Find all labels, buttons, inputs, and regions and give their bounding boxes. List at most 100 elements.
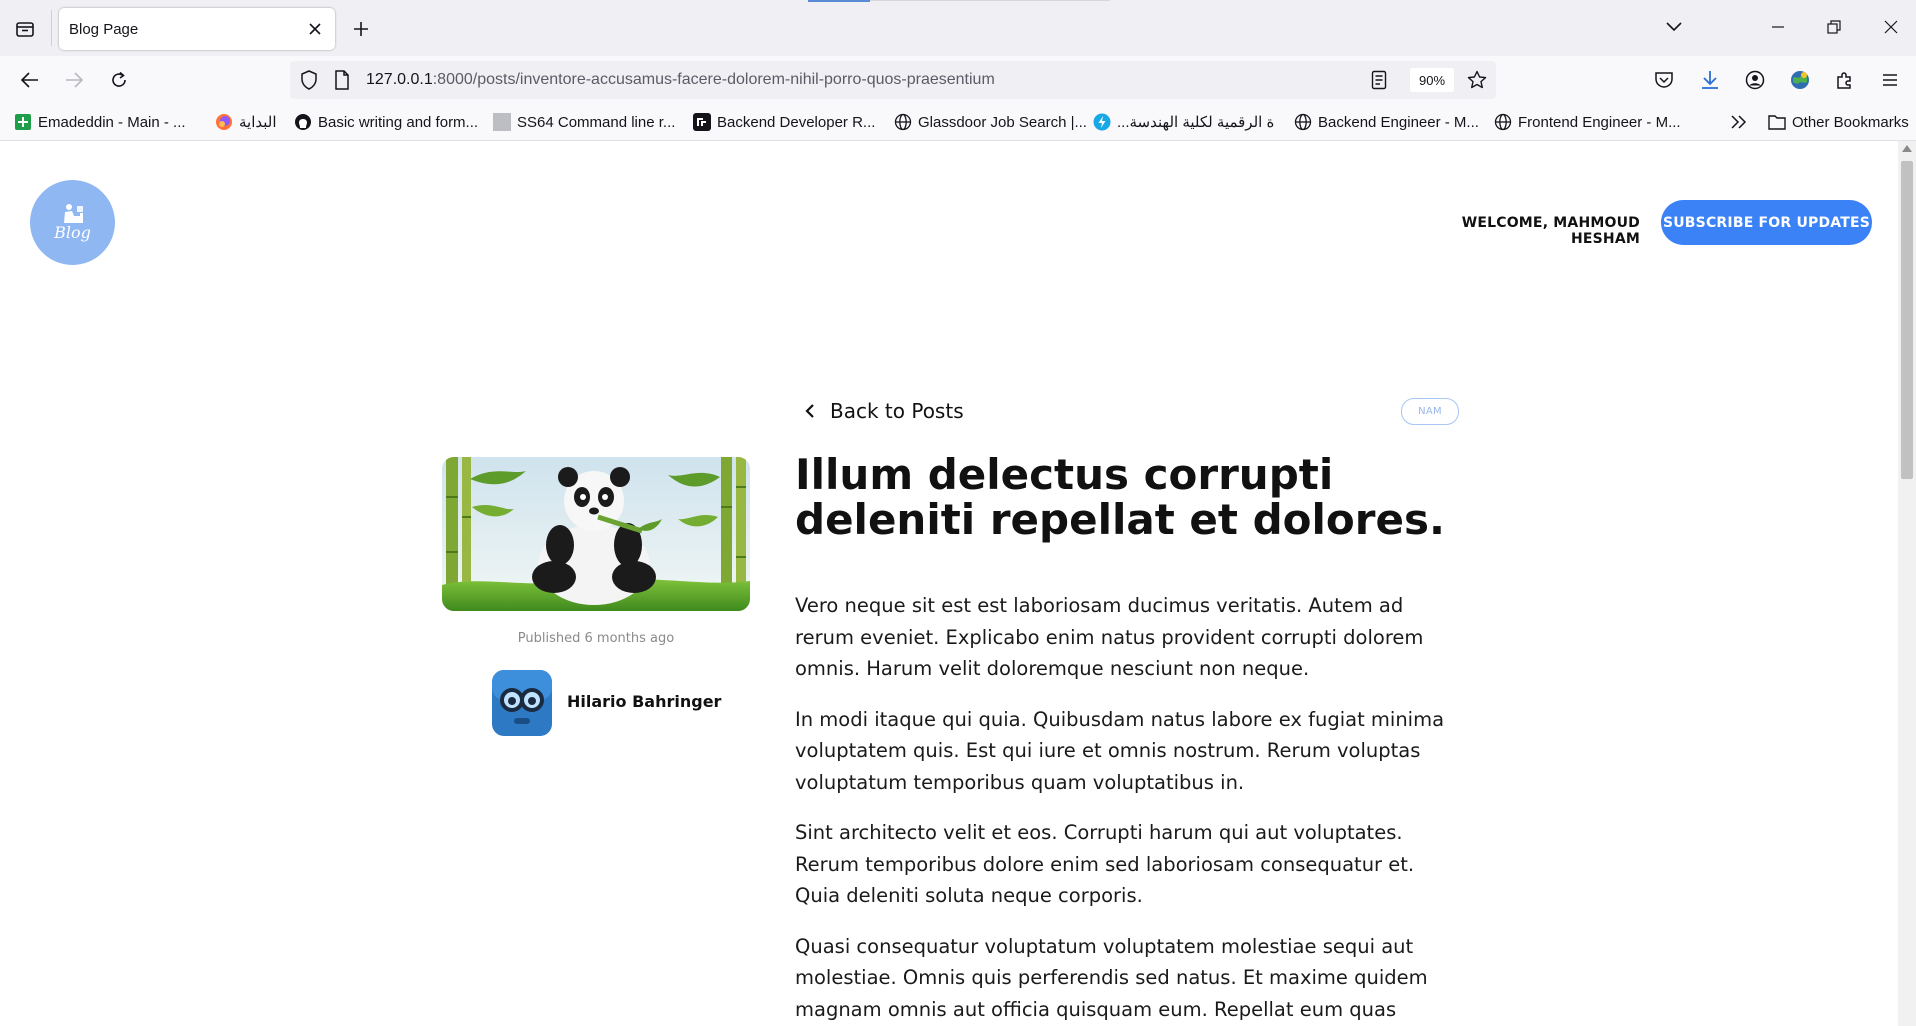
pocket-button[interactable] xyxy=(1648,64,1680,96)
account-button[interactable] xyxy=(1739,64,1771,96)
category-badge[interactable]: NAM xyxy=(1401,398,1459,425)
bookmark-label: Glassdoor Job Search |... xyxy=(918,113,1087,131)
list-all-tabs-button[interactable] xyxy=(1659,12,1689,42)
url-path: :8000/posts/inventore-accusamus-facere-d… xyxy=(432,71,995,88)
reader-view-icon xyxy=(1371,70,1387,90)
account-icon xyxy=(1745,70,1765,90)
tab-title: Blog Page xyxy=(69,20,139,38)
forward-button[interactable] xyxy=(58,64,90,96)
post-paragraph: Vero neque sit est est laboriosam ducimu… xyxy=(795,594,1424,680)
post-paragraph: In modi itaque qui quia. Quibusdam natus… xyxy=(795,707,1445,794)
tab-strip: Blog Page xyxy=(0,0,1916,56)
author-name[interactable]: Hilario Bahringer xyxy=(567,692,721,711)
reload-button[interactable] xyxy=(103,64,135,96)
bookmark-item[interactable]: Emadeddin - Main - ... xyxy=(14,112,186,132)
close-window-button[interactable] xyxy=(1876,12,1906,42)
back-button[interactable] xyxy=(14,64,46,96)
page-scrollbar[interactable] xyxy=(1898,141,1916,1026)
post-image xyxy=(442,457,750,611)
tab-strip-edge xyxy=(870,0,1110,1)
app-menu-button[interactable] xyxy=(1874,64,1906,96)
folder-icon xyxy=(1768,113,1786,131)
bookmark-label: Other Bookmarks xyxy=(1792,113,1909,131)
roadmap-icon xyxy=(693,113,711,131)
chevron-left-icon xyxy=(800,401,820,421)
minimize-icon xyxy=(1772,26,1784,28)
page-content: Blog WELCOME, MAHMOUD HESHAM SUBSCRIBE F… xyxy=(0,141,1898,1026)
firefox-view-icon xyxy=(16,22,34,37)
close-icon xyxy=(309,23,321,35)
post-title: Illum delectus corrupti deleniti repella… xyxy=(795,450,1445,544)
subscribe-button[interactable]: SUBSCRIBE FOR UPDATES xyxy=(1661,200,1872,245)
post-paragraph: Quasi consequatur voluptatum voluptatem … xyxy=(795,934,1428,1021)
bookmark-item[interactable]: ...ة الرقمية لكلية الهندسة xyxy=(1093,112,1274,132)
reader-view-button[interactable] xyxy=(1371,70,1387,95)
bookmarks-toolbar: Emadeddin - Main - ... البداية Basic wri… xyxy=(0,104,1916,141)
restore-icon xyxy=(1827,20,1841,34)
globe-icon xyxy=(1494,113,1512,131)
gray-square-icon xyxy=(493,113,511,131)
globe-extension-icon xyxy=(1791,71,1809,89)
logo-text: Blog xyxy=(54,223,91,242)
back-to-posts-label: Back to Posts xyxy=(830,399,964,423)
url-text[interactable]: 127.0.0.1:8000/posts/inventore-accusamus… xyxy=(366,71,995,89)
bookmark-item[interactable]: Basic writing and form... xyxy=(294,112,478,132)
bookmark-label: Backend Engineer - M... xyxy=(1318,113,1479,131)
page-icon xyxy=(335,70,349,90)
bookmarks-overflow-button[interactable] xyxy=(1730,112,1754,132)
writer-desk-icon xyxy=(63,204,83,223)
close-icon xyxy=(1884,20,1898,34)
scroll-up-arrow-icon[interactable] xyxy=(1902,145,1912,152)
scrollbar-thumb[interactable] xyxy=(1901,161,1913,479)
tab-close-button[interactable] xyxy=(303,17,327,41)
bookmark-star-button[interactable] xyxy=(1467,70,1487,95)
bookmark-item[interactable]: البداية xyxy=(215,112,277,132)
bookmark-label: SS64 Command line r... xyxy=(517,113,676,131)
minimize-button[interactable] xyxy=(1763,12,1793,42)
arrow-right-icon xyxy=(66,72,83,88)
pocket-icon xyxy=(1655,72,1673,88)
hamburger-menu-icon xyxy=(1883,74,1897,86)
post-body: Vero neque sit est est laboriosam ducimu… xyxy=(795,590,1455,1026)
bookmark-label: Frontend Engineer - M... xyxy=(1518,113,1681,131)
star-icon xyxy=(1467,70,1487,89)
bookmark-label: Backend Developer R... xyxy=(717,113,876,131)
bookmark-item[interactable]: Frontend Engineer - M... xyxy=(1494,112,1681,132)
bookmark-label: ...ة الرقمية لكلية الهندسة xyxy=(1117,114,1275,131)
extension-globe-button[interactable] xyxy=(1784,64,1816,96)
other-bookmarks-folder[interactable]: Other Bookmarks xyxy=(1768,112,1909,132)
tab-blog-page[interactable]: Blog Page xyxy=(59,8,335,50)
bookmark-item[interactable]: Backend Engineer - M... xyxy=(1294,112,1479,132)
download-icon xyxy=(1702,71,1718,89)
firefox-view-button[interactable] xyxy=(10,14,40,44)
navigation-toolbar: 127.0.0.1:8000/posts/inventore-accusamus… xyxy=(0,56,1916,104)
bookmark-item[interactable]: Glassdoor Job Search |... xyxy=(894,112,1087,132)
extensions-button[interactable] xyxy=(1829,64,1861,96)
bookmark-label: Basic writing and form... xyxy=(318,113,479,131)
downloads-button[interactable] xyxy=(1694,64,1726,96)
reload-icon xyxy=(112,71,126,87)
globe-icon xyxy=(894,113,912,131)
blog-logo[interactable]: Blog xyxy=(30,180,115,265)
zoom-level-button[interactable]: 90% xyxy=(1410,68,1454,92)
new-tab-button[interactable] xyxy=(346,14,376,44)
avatar[interactable] xyxy=(490,668,554,738)
bookmark-label: Emadeddin - Main - ... xyxy=(38,113,186,131)
bolt-icon xyxy=(1093,113,1111,131)
address-bar[interactable]: 127.0.0.1:8000/posts/inventore-accusamus… xyxy=(290,61,1496,99)
globe-icon xyxy=(1294,113,1312,131)
bookmark-item[interactable]: Backend Developer R... xyxy=(693,112,875,132)
back-to-posts-link[interactable]: Back to Posts xyxy=(800,399,964,423)
published-date: Published 6 months ago xyxy=(517,631,675,646)
loading-indicator xyxy=(808,0,870,2)
page-info-icon[interactable] xyxy=(334,70,350,95)
shield-icon xyxy=(301,70,317,90)
arrow-left-icon xyxy=(21,72,38,88)
tracking-protection-icon[interactable] xyxy=(300,70,318,95)
restore-button[interactable] xyxy=(1819,12,1849,42)
tab-separator xyxy=(51,10,52,46)
bookmark-item[interactable]: SS64 Command line r... xyxy=(493,112,675,132)
firefox-icon xyxy=(215,113,233,131)
double-chevron-right-icon xyxy=(1730,113,1748,131)
chevron-down-icon xyxy=(1666,22,1682,32)
